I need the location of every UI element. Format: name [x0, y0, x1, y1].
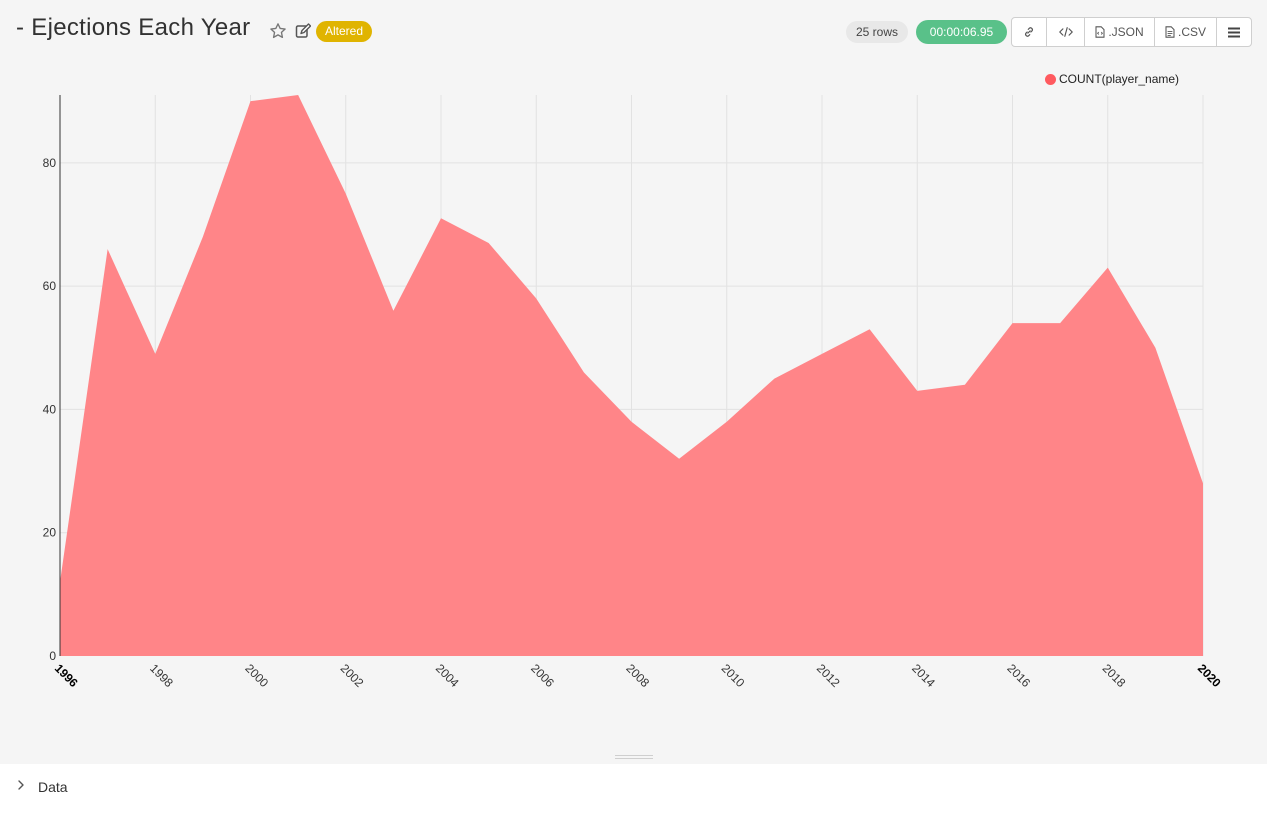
x-tick-label: 2010 [719, 661, 748, 690]
share-link-button[interactable] [1012, 18, 1047, 46]
export-json-label: .JSON [1108, 25, 1144, 39]
x-tick-label: 2004 [433, 661, 462, 690]
x-tick-label: 2014 [909, 661, 938, 690]
data-panel-toggle[interactable]: Data [16, 778, 68, 796]
panel-resize-handle[interactable] [615, 754, 653, 760]
file-text-icon [1165, 26, 1175, 38]
link-icon [1023, 26, 1035, 38]
x-tick-label: 2018 [1100, 661, 1129, 690]
x-tick-label: 2006 [528, 661, 557, 690]
x-tick-label: 2002 [338, 661, 367, 690]
data-panel: Data [0, 764, 1267, 835]
chevron-right-icon [16, 778, 26, 796]
code-icon [1058, 26, 1073, 38]
query-timer-badge: 00:00:06.95 [916, 20, 1007, 44]
chart-title[interactable]: - Ejections Each Year [16, 14, 250, 42]
menu-button[interactable] [1217, 18, 1251, 46]
menu-icon [1228, 27, 1240, 38]
x-tick-label: 2000 [242, 661, 271, 690]
y-tick-label: 40 [43, 402, 57, 416]
export-csv-button[interactable]: .CSV [1155, 18, 1217, 46]
altered-badge[interactable]: Altered [316, 21, 373, 42]
data-panel-label: Data [38, 779, 68, 795]
x-tick-label: 1998 [147, 661, 176, 690]
x-tick-label: 2016 [1004, 661, 1033, 690]
y-tick-label: 20 [43, 526, 57, 540]
x-tick-label: 2008 [623, 661, 652, 690]
export-csv-label: .CSV [1177, 25, 1206, 39]
file-code-icon [1095, 26, 1105, 38]
chart-header: - Ejections Each Year Altered 25 rows 00… [0, 0, 1267, 64]
edit-icon[interactable] [295, 23, 312, 39]
area-chart: 0 20 40 60 80 1996 1998 2000 2002 2004 2006 2008 201… [43, 95, 1224, 690]
y-tick-label: 60 [43, 279, 57, 293]
x-tick-label: 2012 [814, 661, 843, 690]
y-tick-label: 0 [49, 649, 56, 663]
x-tick-label: 1996 [52, 661, 81, 690]
embed-code-button[interactable] [1047, 18, 1085, 46]
row-count-badge: 25 rows [846, 21, 909, 43]
export-json-button[interactable]: .JSON [1085, 18, 1155, 46]
star-icon[interactable] [269, 22, 287, 40]
chart-actions: .JSON .CSV [1011, 17, 1252, 47]
x-tick-label: 2020 [1195, 661, 1224, 690]
y-tick-label: 80 [43, 156, 57, 170]
